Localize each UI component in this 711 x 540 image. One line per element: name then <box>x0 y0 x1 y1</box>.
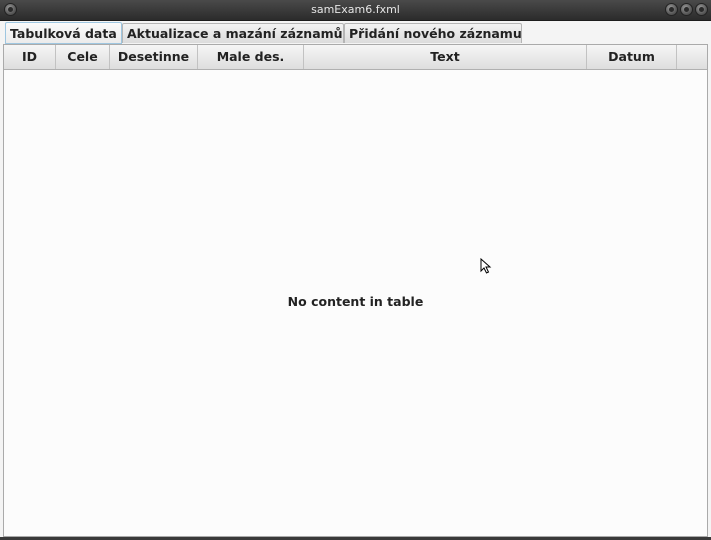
column-header-text[interactable]: Text <box>304 45 587 69</box>
title-bar[interactable]: samExam6.fxml <box>0 0 711 21</box>
window-menu-icon[interactable] <box>4 3 17 16</box>
tab-label: Aktualizace a mazání záznamů <box>127 26 343 41</box>
tab-label: Tabulková data <box>10 26 117 41</box>
column-header-filler <box>677 45 707 69</box>
column-header-datum[interactable]: Datum <box>587 45 677 69</box>
application-window: samExam6.fxml Tabulková data Aktualizace… <box>0 0 711 540</box>
column-header-male-des[interactable]: Male des. <box>198 45 304 69</box>
mouse-pointer-icon <box>480 258 492 274</box>
tab-aktualizace[interactable]: Aktualizace a mazání záznamů <box>122 23 344 43</box>
tab-bar: Tabulková data Aktualizace a mazání zázn… <box>2 21 709 44</box>
column-header-desetinne[interactable]: Desetinne <box>110 45 198 69</box>
minimize-icon[interactable] <box>665 3 678 16</box>
close-icon[interactable] <box>695 3 708 16</box>
data-table[interactable]: ID Cele Desetinne Male des. Text Datum N… <box>3 44 708 537</box>
maximize-icon[interactable] <box>680 3 693 16</box>
tab-pridani[interactable]: Přidání nového záznamu <box>344 23 522 43</box>
column-header-id[interactable]: ID <box>4 45 56 69</box>
table-header: ID Cele Desetinne Male des. Text Datum <box>4 45 707 70</box>
tab-label: Přidání nového záznamu <box>349 26 522 41</box>
tab-tabulkova-data[interactable]: Tabulková data <box>5 22 122 44</box>
window-title: samExam6.fxml <box>311 3 400 16</box>
column-header-cele[interactable]: Cele <box>56 45 110 69</box>
empty-table-placeholder: No content in table <box>287 294 424 309</box>
